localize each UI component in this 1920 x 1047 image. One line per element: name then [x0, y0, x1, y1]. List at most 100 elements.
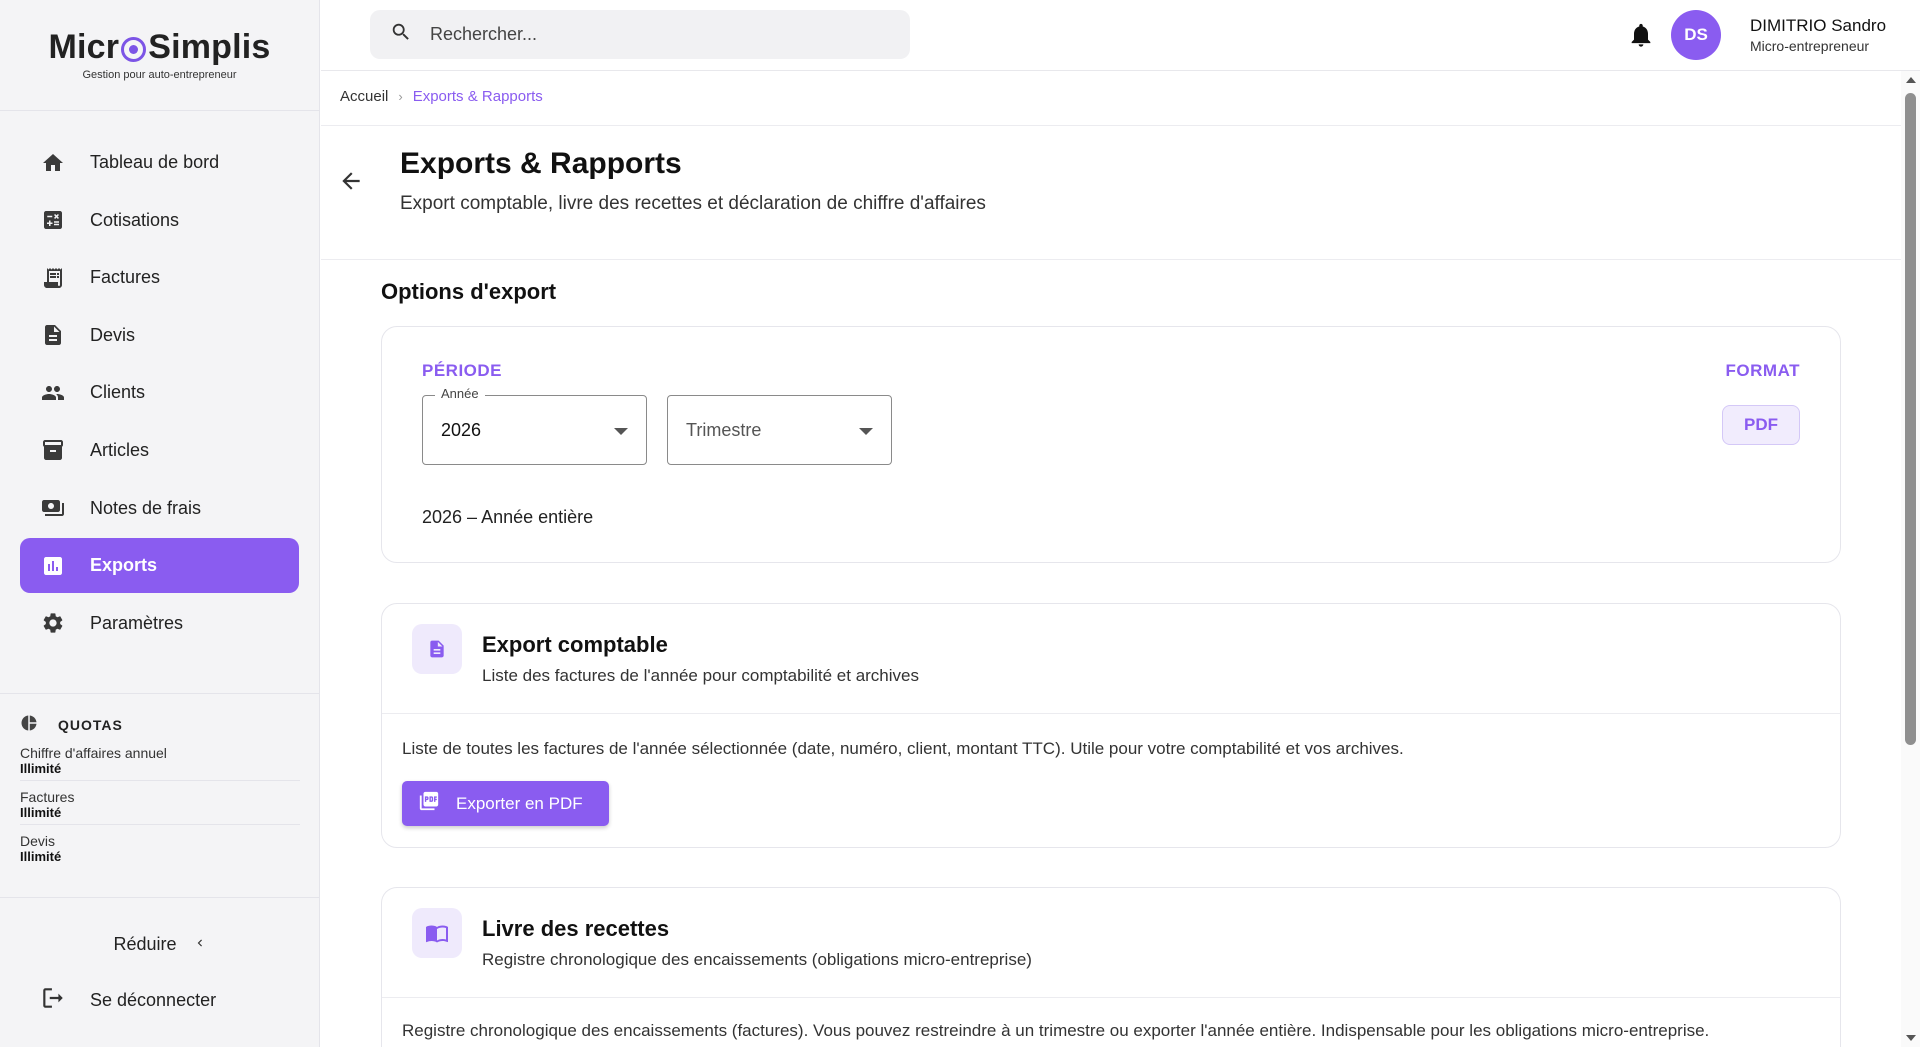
export-options-card: PÉRIODE FORMAT Année 2026 Trimestre PDF … — [381, 326, 1841, 563]
chevron-left-icon — [177, 934, 207, 955]
breadcrumb-current: Exports & Rapports — [412, 88, 543, 105]
divider — [321, 259, 1901, 260]
card-header: Export comptable Liste des factures de l… — [382, 604, 1840, 714]
card-title: Livre des recettes — [482, 916, 670, 941]
user-name: DIMITRIO Sandro — [1750, 16, 1887, 35]
sidebar-nav: Tableau de bord Cotisations Factures Dev… — [0, 111, 319, 651]
format-pdf-chip[interactable]: PDF — [1722, 405, 1800, 445]
receipt-icon — [40, 265, 66, 291]
caret-down-icon — [614, 428, 628, 435]
document-icon — [412, 624, 462, 674]
people-icon — [40, 380, 66, 406]
sidebar-item-notes-de-frais[interactable]: Notes de frais — [20, 481, 299, 536]
sidebar-item-label: Paramètres — [90, 612, 184, 633]
logo-wordmark: Micr Simplis — [48, 28, 270, 67]
breadcrumb-separator: › — [398, 89, 403, 104]
scroll-down-arrow-icon[interactable] — [1906, 1035, 1916, 1041]
user-info[interactable]: DIMITRIO Sandro Micro-entrepreneur — [1750, 16, 1886, 54]
divider — [321, 125, 1901, 126]
page-subtitle: Export comptable, livre des recettes et … — [400, 193, 986, 214]
breadcrumb-home-link[interactable]: Accueil — [340, 88, 388, 105]
period-summary: 2026 – Année entière — [422, 507, 594, 527]
scroll-up-arrow-icon[interactable] — [1906, 77, 1916, 83]
sidebar: Micr Simplis Gestion pour auto-entreprene… — [0, 0, 320, 1047]
sidebar-item-label: Factures — [90, 267, 161, 288]
scrollbar-thumb[interactable] — [1905, 93, 1916, 745]
logo-tagline: Gestion pour auto-entrepreneur — [82, 69, 237, 81]
year-select-legend: Année — [435, 386, 485, 401]
logo[interactable]: Micr Simplis Gestion pour auto-entreprene… — [0, 0, 319, 111]
avatar[interactable]: DS — [1671, 10, 1721, 60]
home-icon — [40, 150, 66, 176]
sidebar-item-label: Clients — [90, 382, 146, 403]
quota-row: Devis Illimité — [20, 831, 300, 868]
sidebar-item-label: Tableau de bord — [90, 152, 220, 172]
back-arrow-icon[interactable] — [338, 168, 364, 199]
quota-row: Chiffre d'affaires annuel Illimité — [20, 743, 300, 781]
format-label: FORMAT — [1725, 361, 1800, 380]
bell-icon[interactable] — [1627, 20, 1655, 55]
quotas-panel: QUOTAS Chiffre d'affaires annuel Illimit… — [0, 693, 320, 898]
quarter-select[interactable]: Trimestre — [667, 395, 892, 465]
gear-icon — [40, 610, 66, 636]
sidebar-item-label: Exports — [90, 555, 158, 576]
logout-icon — [40, 985, 90, 1016]
year-select[interactable]: Année 2026 — [422, 386, 647, 465]
topbar: DS DIMITRIO Sandro Micro-entrepreneur — [321, 0, 1920, 71]
collapse-sidebar-button[interactable]: Réduire — [0, 918, 320, 970]
year-select-value: 2026 — [441, 419, 482, 440]
quota-value: Illimité — [20, 849, 62, 864]
card-header: Livre des recettes Registre chronologiqu… — [382, 888, 1840, 998]
quotas-title: QUOTAS — [58, 716, 123, 733]
sidebar-item-devis[interactable]: Devis — [20, 308, 299, 363]
card-subtitle: Registre chronologique des encaissements… — [482, 950, 1032, 969]
export-pdf-label: Exporter en PDF — [456, 793, 583, 813]
sidebar-item-factures[interactable]: Factures — [20, 250, 299, 305]
logout-label: Se déconnecter — [90, 989, 217, 1010]
card-description: Liste de toutes les factures de l'année … — [402, 739, 1404, 758]
sidebar-item-cotisations[interactable]: Cotisations — [20, 193, 299, 248]
quota-label: Factures — [20, 789, 75, 805]
book-icon — [412, 908, 462, 958]
money-icon — [40, 495, 66, 521]
search-box[interactable] — [370, 10, 910, 59]
livre-recettes-card: Livre des recettes Registre chronologiqu… — [381, 887, 1841, 1047]
card-title: Export comptable — [482, 632, 668, 657]
calculator-icon — [40, 207, 66, 233]
sidebar-item-parametres[interactable]: Paramètres — [20, 596, 299, 651]
page-title: Exports & Rapports — [400, 147, 682, 180]
sidebar-item-label: Cotisations — [90, 209, 180, 230]
sidebar-item-clients[interactable]: Clients — [20, 365, 299, 420]
sidebar-item-label: Devis — [90, 324, 136, 345]
periode-label: PÉRIODE — [422, 361, 503, 380]
logo-text-right: Simplis — [148, 28, 271, 66]
quotas-header: QUOTAS — [20, 714, 300, 735]
search-input[interactable] — [430, 24, 870, 45]
pie-chart-icon — [20, 714, 58, 735]
user-role: Micro-entrepreneur — [1750, 38, 1870, 54]
card-description: Registre chronologique des encaissements… — [402, 1021, 1710, 1040]
search-icon — [390, 21, 430, 48]
sidebar-item-tableau-de-bord[interactable]: Tableau de bord — [20, 135, 299, 190]
sidebar-item-articles[interactable]: Articles — [20, 423, 299, 478]
caret-down-icon — [859, 428, 873, 435]
sidebar-item-label: Notes de frais — [90, 497, 202, 518]
pdf-file-icon — [418, 790, 456, 817]
card-subtitle: Liste des factures de l'année pour compt… — [482, 666, 919, 685]
sidebar-item-label: Articles — [90, 439, 150, 460]
options-section-title: Options d'export — [381, 279, 557, 304]
export-pdf-button[interactable]: Exporter en PDF — [402, 781, 609, 826]
archive-icon — [40, 437, 66, 463]
document-icon — [40, 322, 66, 348]
quota-row: Factures Illimité — [20, 787, 300, 825]
collapse-label: Réduire — [113, 933, 177, 954]
logout-button[interactable]: Se déconnecter — [40, 976, 216, 1024]
sidebar-item-exports[interactable]: Exports — [20, 538, 299, 594]
quarter-select-placeholder: Trimestre — [686, 419, 762, 440]
quota-label: Chiffre d'affaires annuel — [20, 745, 167, 761]
bar-chart-icon — [40, 553, 66, 579]
quota-label: Devis — [20, 833, 56, 849]
quota-value: Illimité — [20, 761, 62, 776]
page-scrollbar[interactable] — [1901, 71, 1920, 1047]
quota-value: Illimité — [20, 805, 62, 820]
